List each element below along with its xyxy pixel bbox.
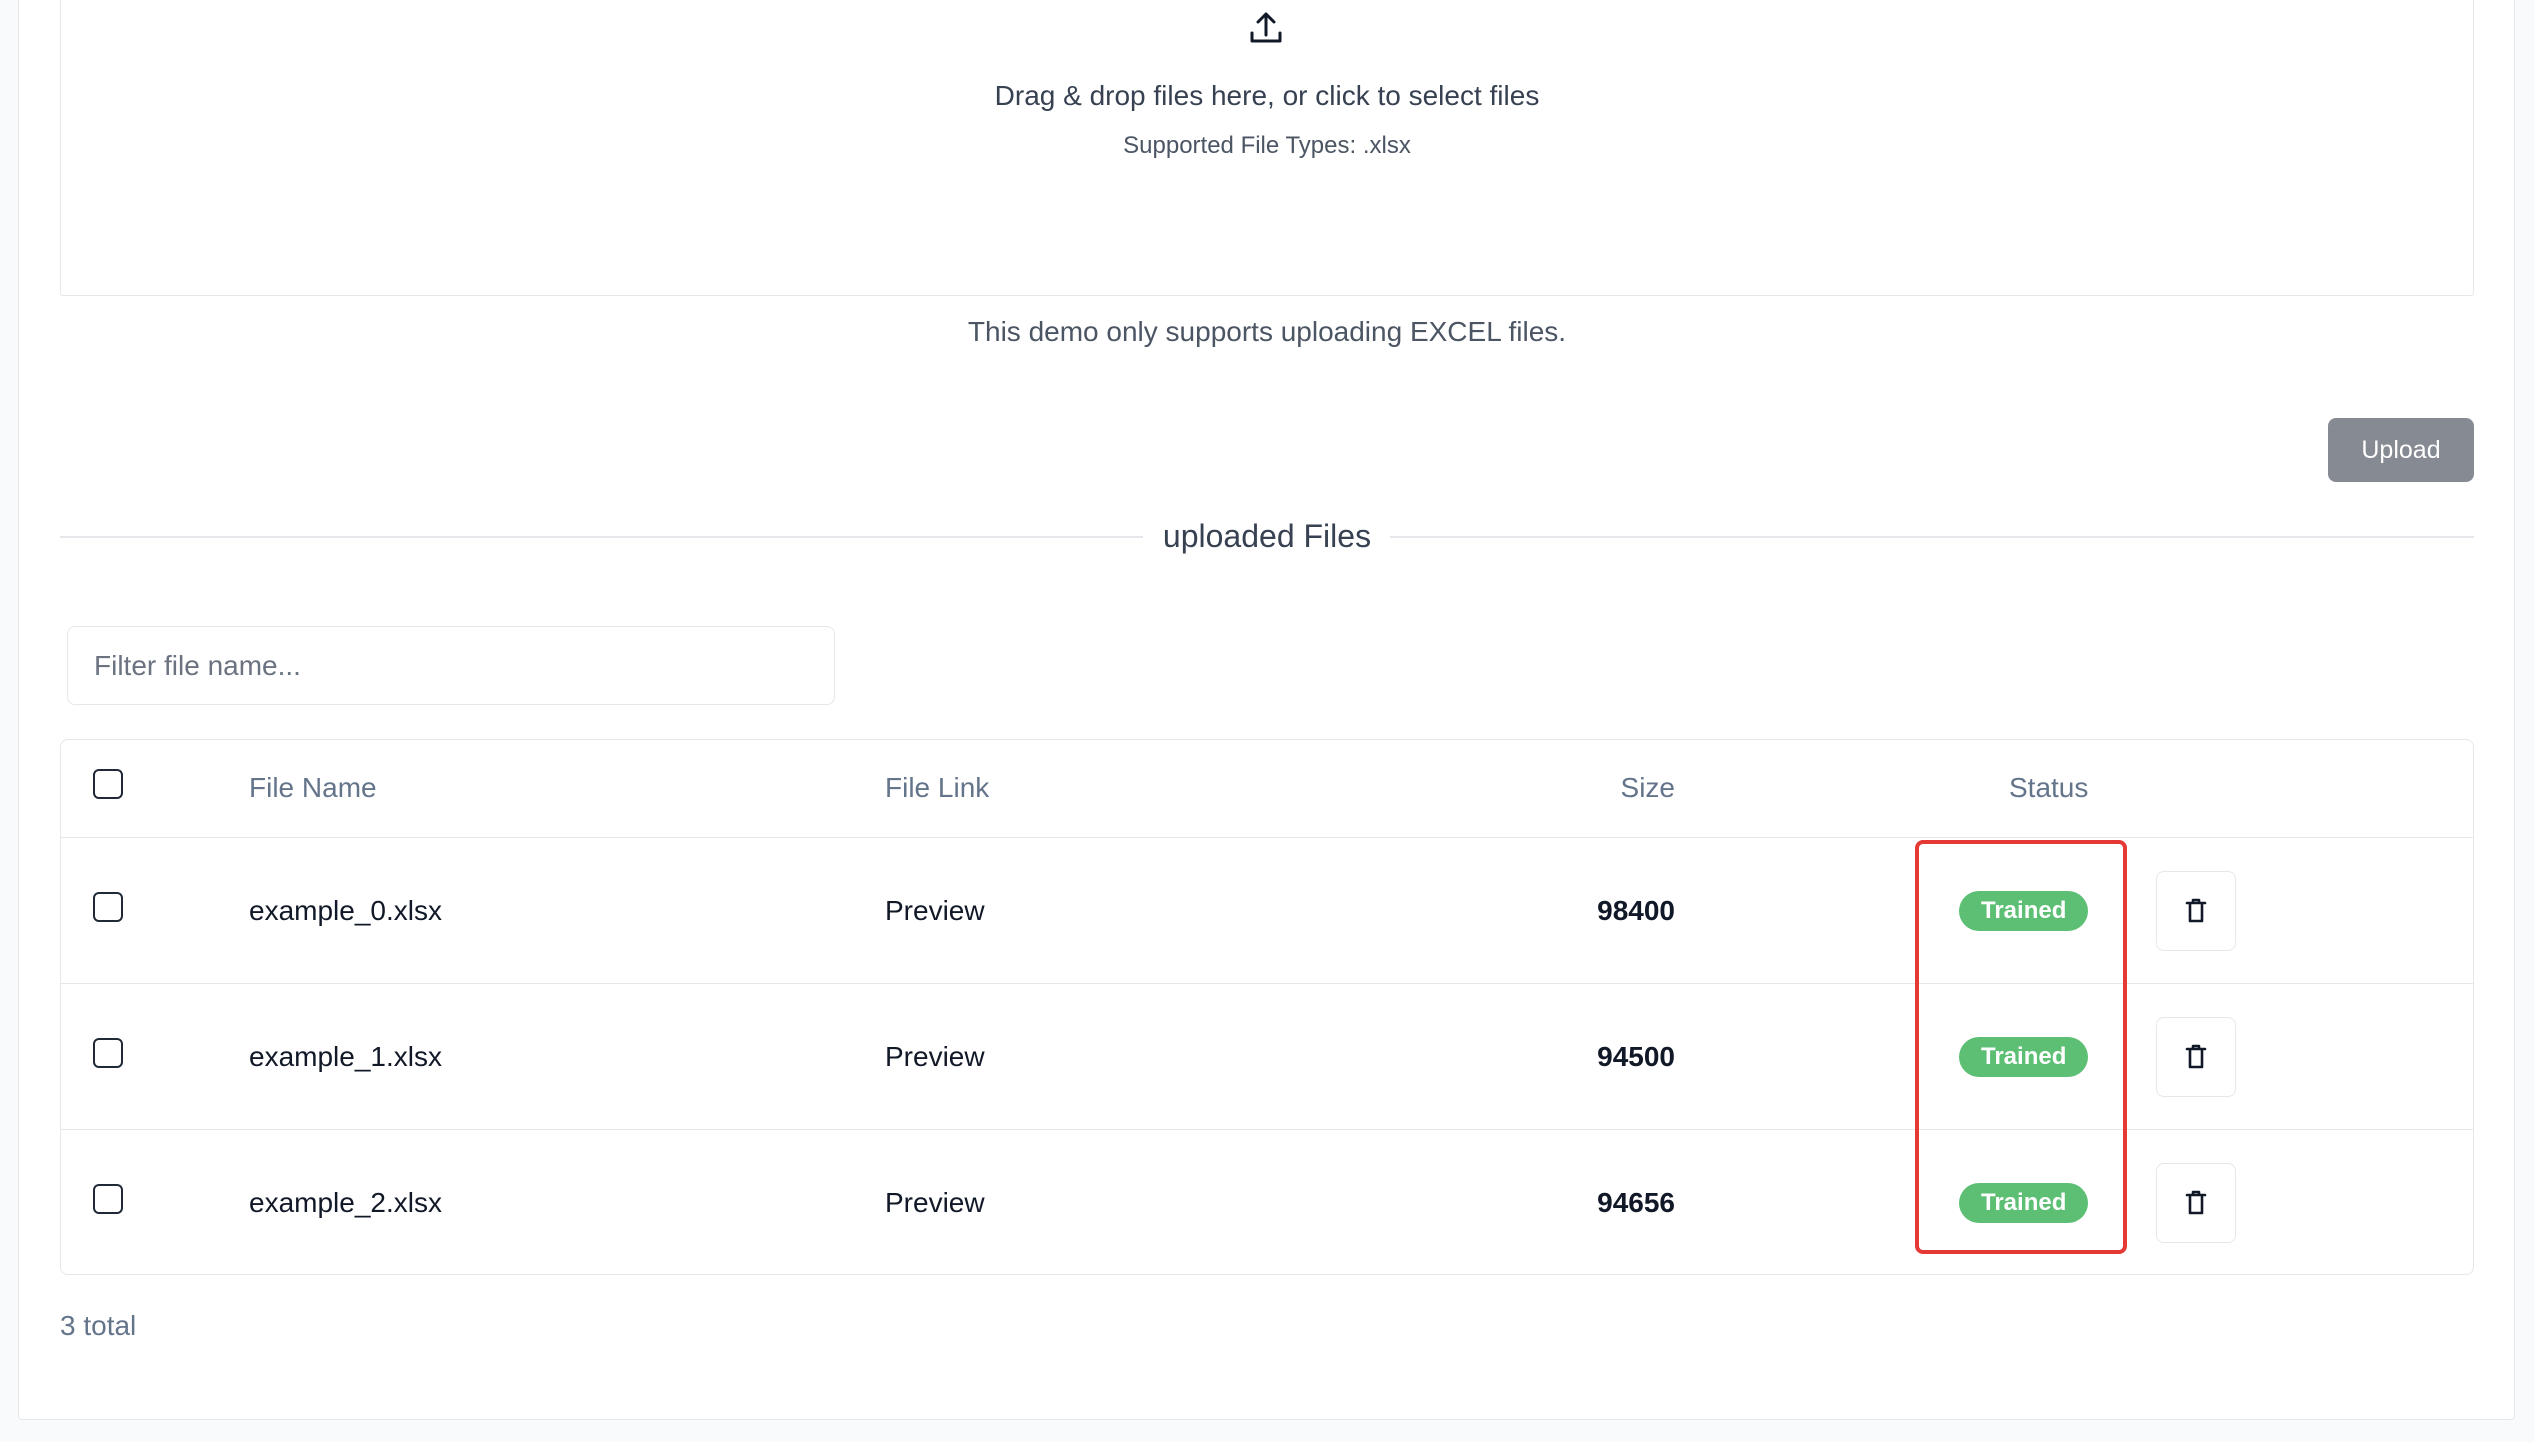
upload-icon [1250,12,1282,43]
total-count: 3 total [60,1310,137,1341]
status-badge: Trained [1959,1037,2089,1077]
delete-button[interactable] [2156,1017,2236,1097]
header-status: Status [2009,772,2089,803]
row-checkbox[interactable] [93,892,123,922]
delete-button[interactable] [2156,871,2236,951]
upload-button[interactable]: Upload [2328,418,2474,482]
row-checkbox[interactable] [93,1038,123,1068]
status-badge: Trained [1959,1183,2089,1223]
table-row: example_1.xlsx Preview 94500 Trained [61,984,2473,1130]
table-row: example_0.xlsx Preview 98400 Trained [61,838,2473,984]
trash-icon [2185,1190,2207,1215]
filter-file-name-input[interactable] [67,626,835,705]
demo-note: This demo only supports uploading EXCEL … [967,316,1567,347]
table-header-row: File Name File Link Size Status [61,740,2473,838]
supported-file-types: Supported File Types: .xlsx [1123,132,1411,159]
header-file-link: File Link [885,772,990,803]
table-row: example_2.xlsx Preview 94656 Trained [61,1130,2473,1274]
status-badge: Trained [1959,891,2089,931]
files-table: File Name File Link Size Status example_… [60,739,2474,1275]
trash-icon [2185,1044,2207,1069]
file-preview-link[interactable]: Preview [885,895,985,927]
select-all-checkbox[interactable] [93,769,123,799]
file-size: 98400 [1597,895,1675,926]
section-title: uploaded Files [1162,518,1372,554]
file-preview-link[interactable]: Preview [885,1187,985,1219]
file-name: example_1.xlsx [249,1041,442,1072]
row-checkbox[interactable] [93,1184,123,1214]
header-size[interactable]: Size [1448,772,1675,804]
trash-icon [2185,898,2207,923]
delete-button[interactable] [2156,1163,2236,1243]
file-name: example_2.xlsx [249,1187,442,1218]
file-size: 94500 [1597,1041,1675,1072]
file-name: example_0.xlsx [249,895,442,926]
file-preview-link[interactable]: Preview [885,1041,985,1073]
dropzone-instruction: Drag & drop files here, or click to sele… [994,80,1540,111]
file-size: 94656 [1597,1187,1675,1218]
header-file-name[interactable]: File Name [249,772,377,804]
